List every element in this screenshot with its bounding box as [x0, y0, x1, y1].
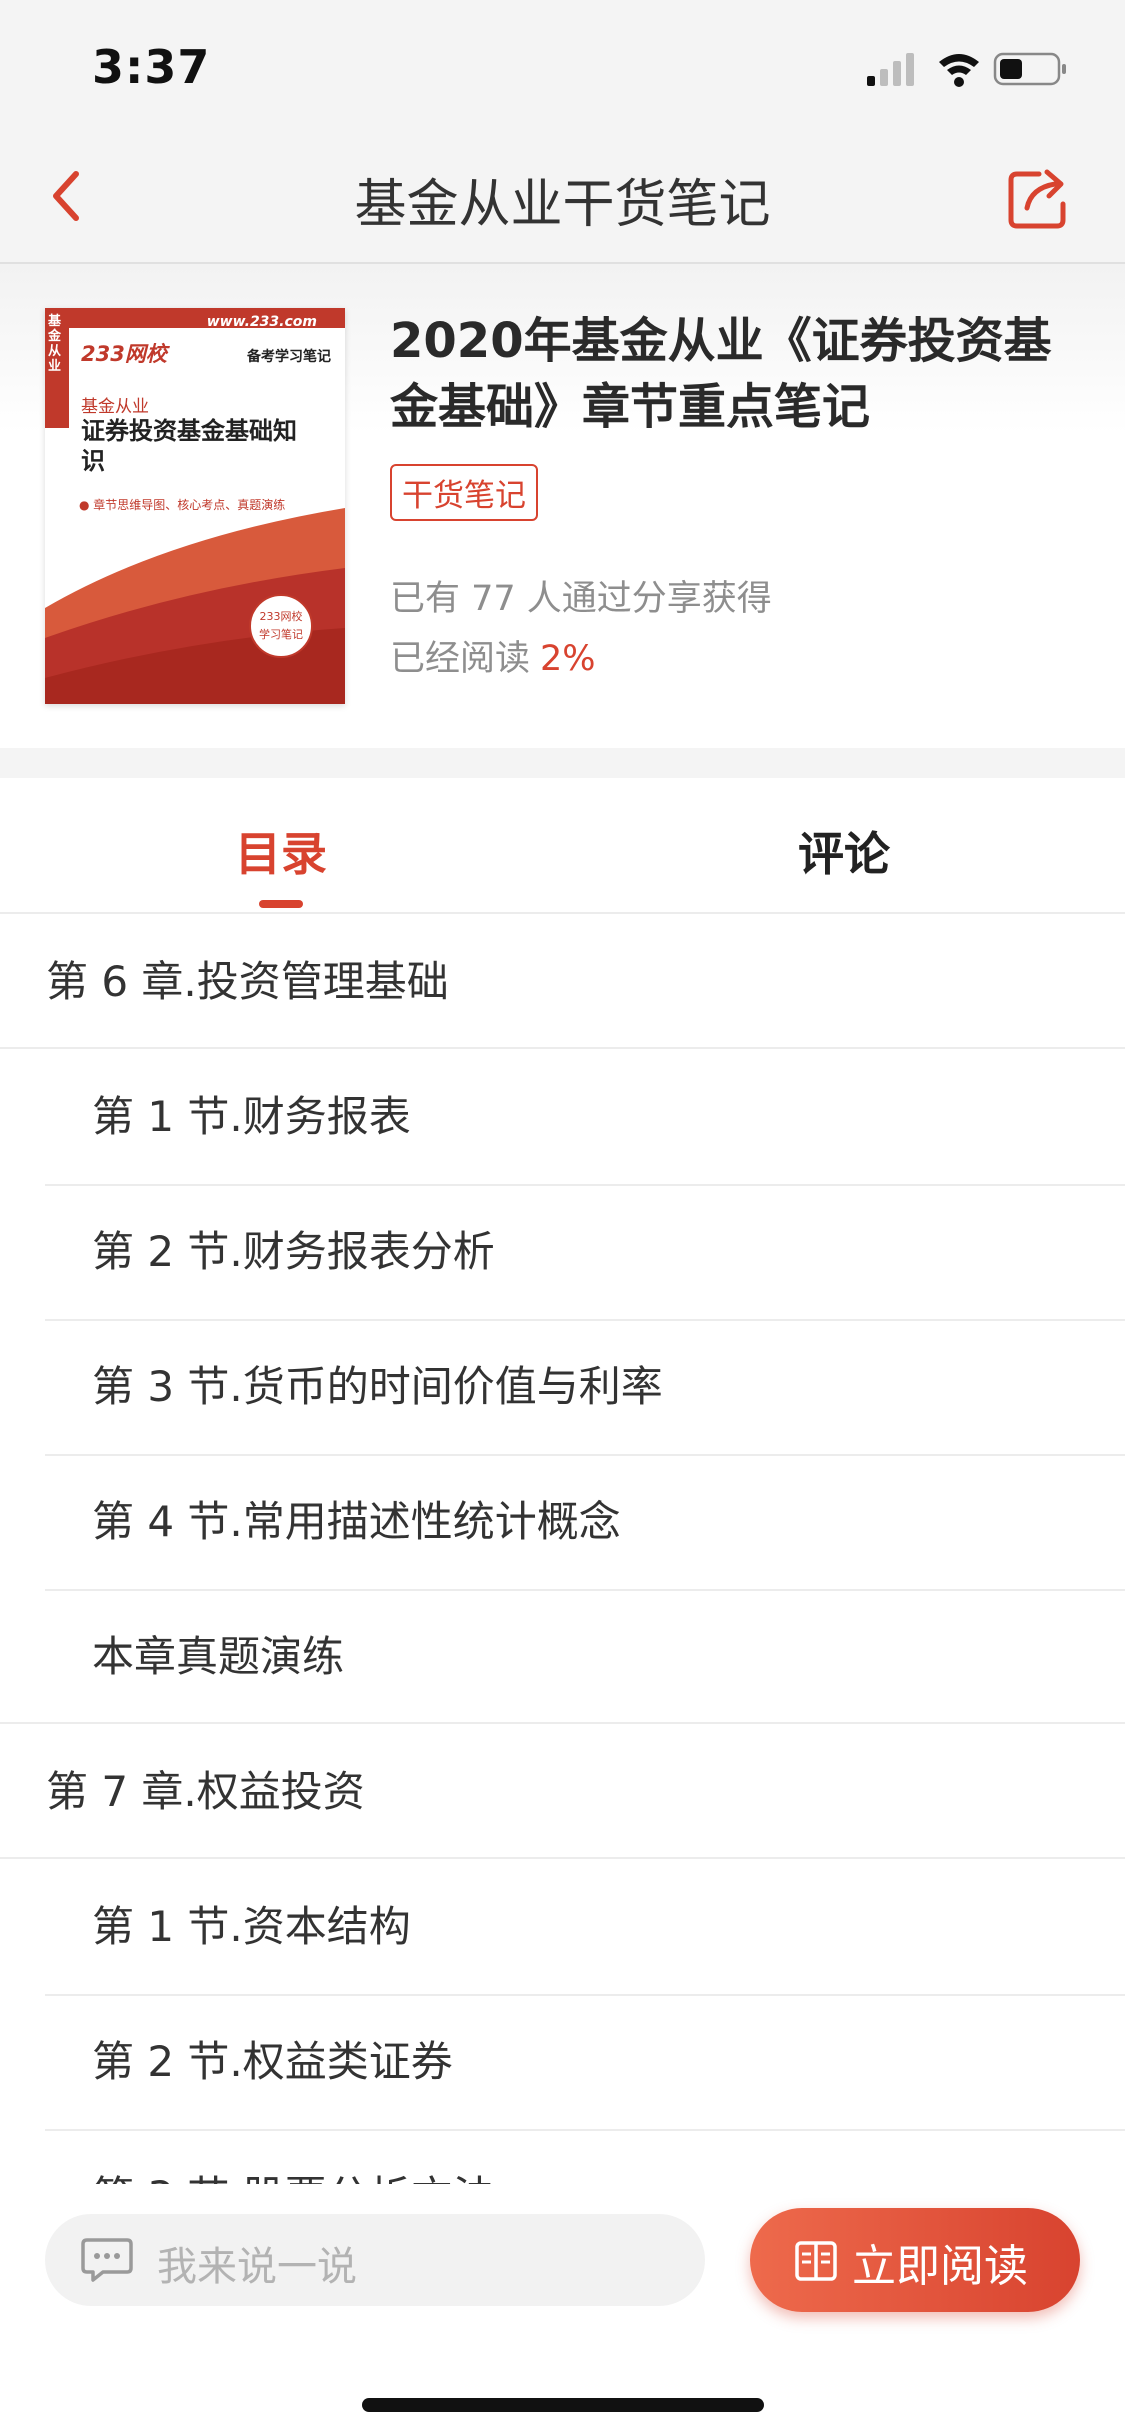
toc-section-label: 第 1 节.财务报表 [92, 1092, 411, 1141]
comment-placeholder: 我来说一说 [157, 2244, 357, 2290]
book-tag-badge: 干货笔记 [390, 464, 538, 521]
comment-icon [81, 2238, 133, 2282]
cover-subject: 基金从业 [81, 397, 149, 417]
home-indicator[interactable] [362, 2398, 764, 2412]
toc-list: 第 6 章.投资管理基础 第 1 节.财务报表 第 2 节.财务报表分析 第 3… [0, 914, 1125, 2184]
toc-section-item[interactable]: 第 3 节.货币的时间价值与利率 [0, 1319, 1125, 1456]
cover-stamp-line2: 学习笔记 [259, 628, 303, 641]
toc-section-label: 第 2 节.权益类证券 [92, 2037, 453, 2086]
toc-section-label: 第 3 节.货币的时间价值与利率 [92, 1362, 663, 1411]
read-now-label: 立即阅读 [852, 2241, 1028, 2292]
chevron-left-icon[interactable] [36, 160, 108, 232]
active-tab-indicator [259, 900, 303, 908]
book-title: 2020年基金从业《证券投资基金基础》章节重点笔记 [390, 313, 1052, 435]
toc-section-item[interactable]: 第 2 节.权益类证券 [0, 1994, 1125, 2131]
reading-progress-value: 2% [540, 639, 596, 679]
cellular-signal-icon [867, 53, 914, 86]
toc-section-label: 第 1 节.资本结构 [92, 1902, 411, 1951]
cover-bullets: ● 章节思维导图、核心考点、真题演练 [79, 498, 286, 512]
section-divider [0, 748, 1125, 778]
cover-series: 备考学习笔记 [247, 349, 331, 365]
toc-section-label: 第 2 节.财务报表分析 [92, 1227, 495, 1276]
toc-chapter-item[interactable]: 第 7 章.权益投资 [0, 1724, 1125, 1859]
toc-chapter-item[interactable]: 第 6 章.投资管理基础 [0, 914, 1125, 1049]
shared-count-text: 已有 77 人通过分享获得 [390, 579, 772, 619]
cover-stamp-line1: 233网校 [259, 610, 303, 623]
book-cover[interactable]: www.233.com 基金从业 233网校 备考学习笔记 基金从业 证券投资基… [45, 308, 345, 704]
status-time: 3:37 [92, 40, 211, 94]
toc-section-item[interactable]: 第 1 节.财务报表 [0, 1049, 1125, 1186]
page-title: 基金从业干货笔记 [354, 175, 771, 235]
tab-toc[interactable]: 目录 [0, 818, 562, 884]
reading-progress: 已经阅读 2% [390, 630, 596, 681]
toc-section-item[interactable]: 第 2 节.财务报表分析 [0, 1184, 1125, 1321]
comment-input[interactable]: 我来说一说 [45, 2214, 705, 2306]
toc-section-item[interactable]: 第 3 节.股票分析方法 [0, 2129, 1125, 2184]
battery-icon [993, 52, 1066, 86]
share-icon[interactable] [1005, 164, 1073, 232]
toc-section-label: 第 3 节.股票分析方法 [92, 2172, 495, 2184]
nav-bar: 基金从业干货笔记 [0, 132, 1125, 264]
toc-section-label: 第 4 节.常用描述性统计概念 [92, 1497, 621, 1546]
toc-section-item[interactable]: 第 4 节.常用描述性统计概念 [0, 1454, 1125, 1591]
read-now-button[interactable]: 立即阅读 [750, 2208, 1080, 2312]
cover-title: 证券投资基金基础知识 [81, 417, 297, 475]
book-open-icon [795, 2241, 837, 2281]
cover-url: www.233.com [206, 314, 317, 330]
toc-section-item[interactable]: 第 1 节.资本结构 [0, 1859, 1125, 1996]
toc-section-item[interactable]: 本章真题演练 [0, 1589, 1125, 1724]
tab-comments[interactable]: 评论 [563, 818, 1125, 884]
reading-progress-label: 已经阅读 [390, 639, 531, 679]
cover-brand: 233网校 [81, 342, 167, 366]
cover-stamp: 233网校 学习笔记 [249, 594, 313, 658]
book-info-section: www.233.com 基金从业 233网校 备考学习笔记 基金从业 证券投资基… [0, 264, 1125, 748]
cover-side-label: 基金从业 [48, 314, 62, 374]
status-bar: 3:37 [0, 0, 1125, 132]
status-icons [867, 52, 1066, 87]
tab-bar: 目录 评论 [0, 778, 1125, 914]
wifi-icon [939, 54, 979, 87]
